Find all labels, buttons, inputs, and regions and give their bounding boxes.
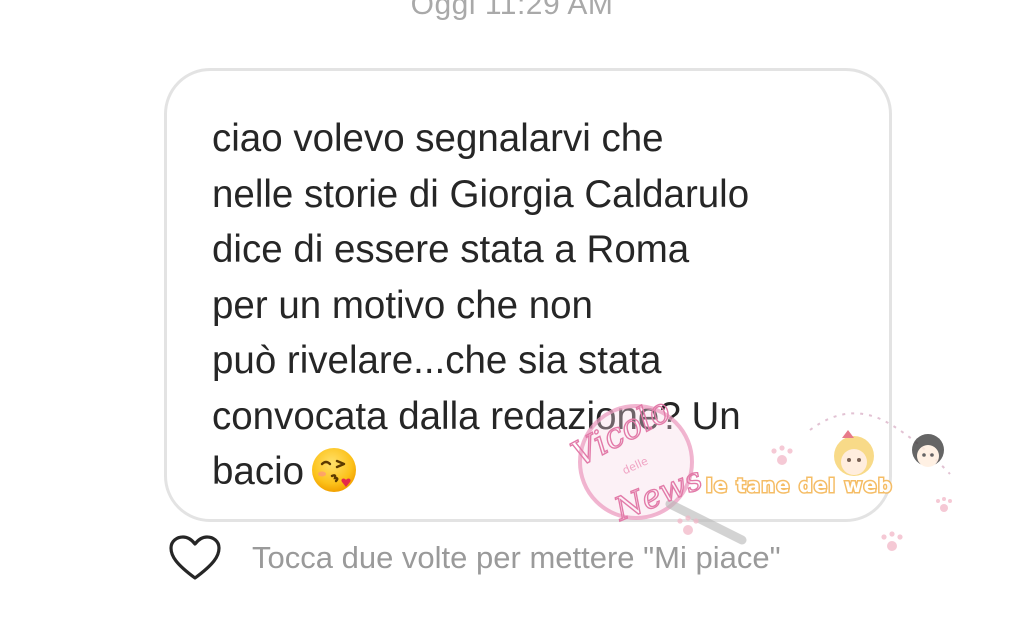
message-bubble[interactable]: ciao volevo segnalarvi che nelle storie … [164,68,892,522]
message-timestamp: Oggi 11:29 AM [410,0,614,21]
face-blowing-kiss-emoji-icon [312,448,357,492]
message-line: per un motivo che non [212,283,593,327]
like-row: Tocca due volte per mettere "Mi piace" [168,530,781,586]
message-line: convocata dalla redazione? Un [212,394,741,438]
message-line: ciao volevo segnalarvi che [212,117,664,160]
message-text: ciao volevo segnalarvi che nelle storie … [212,111,892,500]
message-line: dice di essere stata a Roma [212,228,690,271]
heart-outline-icon[interactable] [168,534,222,582]
like-hint-text: Tocca due volte per mettere "Mi piace" [252,540,781,575]
message-line: può rivelare...che sia stata [212,339,662,382]
message-line-text: bacio [212,450,305,493]
message-line: nelle storie di Giorgia Caldarulo [212,172,750,216]
message-line-last: bacio [212,444,892,500]
